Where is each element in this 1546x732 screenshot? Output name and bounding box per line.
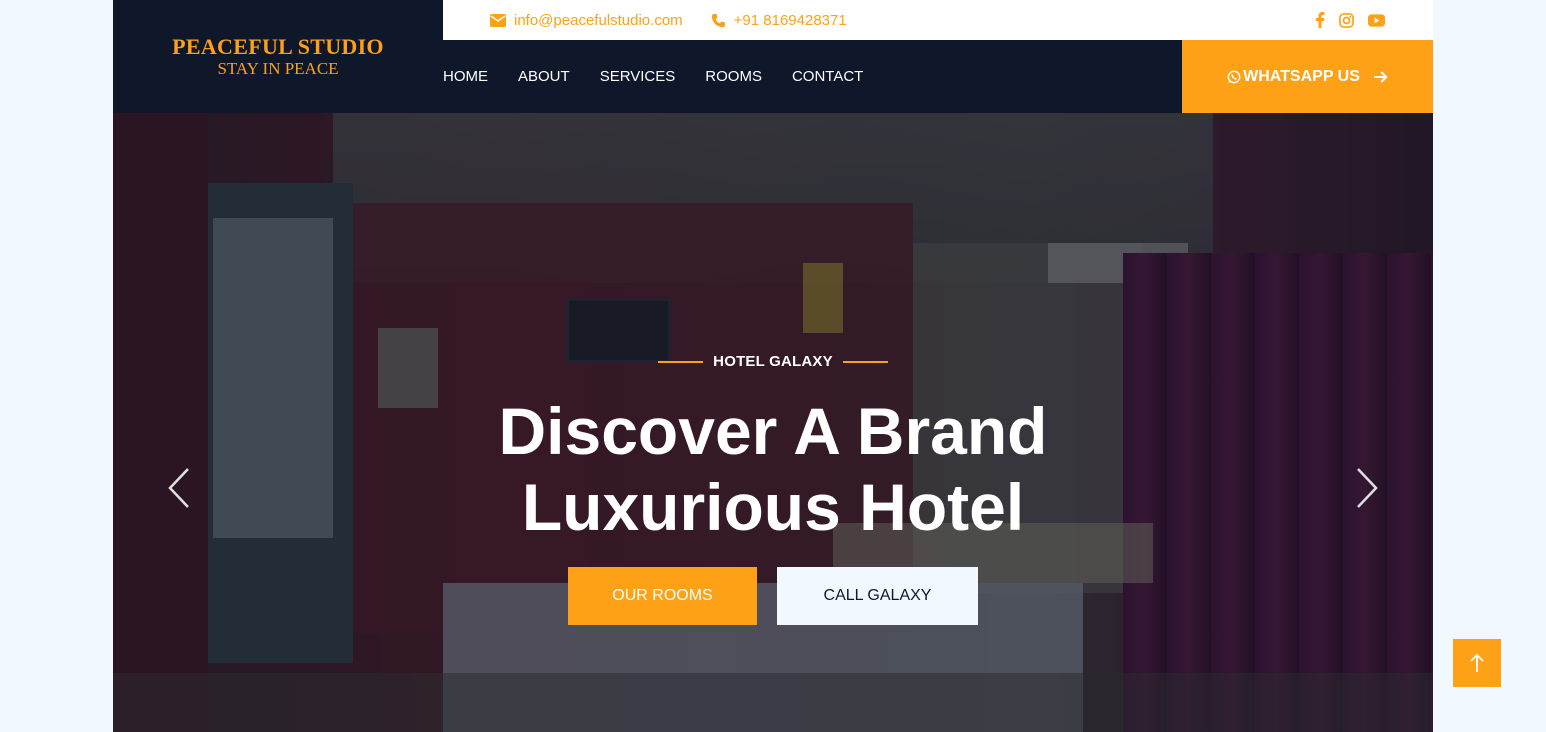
- brand-title: PEACEFUL STUDIO: [172, 33, 384, 59]
- hero-subtitle: HOTEL GALAXY: [713, 353, 833, 370]
- hero-subtitle-row: HOTEL GALAXY: [113, 353, 1433, 370]
- top-bar: info@peacefulstudio.com +91 8169428371: [443, 0, 1433, 40]
- phone-icon: [711, 13, 725, 27]
- subtitle-divider-right: [842, 360, 888, 363]
- contact-phone[interactable]: +91 8169428371: [711, 12, 847, 29]
- main-navbar: HOME ABOUT SERVICES ROOMS CONTACT WHATSA…: [443, 40, 1433, 116]
- our-rooms-button[interactable]: OUR ROOMS: [568, 567, 757, 625]
- hero-title-line-1: Discover A Brand: [498, 394, 1048, 468]
- phone-text: +91 8169428371: [733, 11, 847, 29]
- hero-carousel: HOTEL GALAXY Discover A Brand Luxurious …: [113, 113, 1433, 732]
- arrow-up-icon: [1470, 653, 1484, 672]
- back-to-top-button[interactable]: [1453, 639, 1501, 687]
- hero-title: Discover A Brand Luxurious Hotel: [113, 393, 1433, 545]
- facebook-icon[interactable]: [1315, 12, 1325, 28]
- contact-email[interactable]: info@peacefulstudio.com: [490, 12, 683, 29]
- hero-caption: HOTEL GALAXY Discover A Brand Luxurious …: [113, 113, 1433, 732]
- nav-menu: HOME ABOUT SERVICES ROOMS CONTACT: [443, 40, 893, 113]
- nav-item-rooms[interactable]: ROOMS: [705, 68, 762, 85]
- carousel-next-button[interactable]: [1347, 468, 1387, 508]
- nav-item-about[interactable]: ABOUT: [518, 68, 570, 85]
- email-text: info@peacefulstudio.com: [514, 11, 683, 29]
- instagram-icon[interactable]: [1339, 12, 1354, 28]
- nav-item-home[interactable]: HOME: [443, 68, 488, 85]
- youtube-icon[interactable]: [1368, 13, 1385, 27]
- brand-logo[interactable]: PEACEFUL STUDIO STAY IN PEACE: [113, 0, 443, 113]
- arrow-right-icon: [1373, 71, 1388, 82]
- site-container: PEACEFUL STUDIO STAY IN PEACE info@peace…: [113, 0, 1433, 732]
- brand-tagline: STAY IN PEACE: [217, 58, 339, 78]
- social-links: [1315, 0, 1385, 40]
- chevron-left-icon: [168, 468, 189, 508]
- hero-title-line-2: Luxurious Hotel: [521, 470, 1025, 544]
- whatsapp-icon: [1227, 70, 1241, 83]
- whatsapp-button[interactable]: WHATSAPP US: [1182, 40, 1433, 113]
- envelope-icon: [490, 13, 506, 27]
- whatsapp-label: WHATSAPP US: [1243, 67, 1360, 85]
- nav-item-services[interactable]: SERVICES: [600, 68, 676, 85]
- nav-item-contact[interactable]: CONTACT: [792, 68, 863, 85]
- carousel-prev-button[interactable]: [159, 468, 199, 508]
- call-galaxy-button[interactable]: CALL GALAXY: [777, 567, 978, 625]
- hero-buttons: OUR ROOMS CALL GALAXY: [113, 567, 1433, 625]
- chevron-right-icon: [1357, 468, 1378, 508]
- subtitle-divider-left: [658, 360, 704, 363]
